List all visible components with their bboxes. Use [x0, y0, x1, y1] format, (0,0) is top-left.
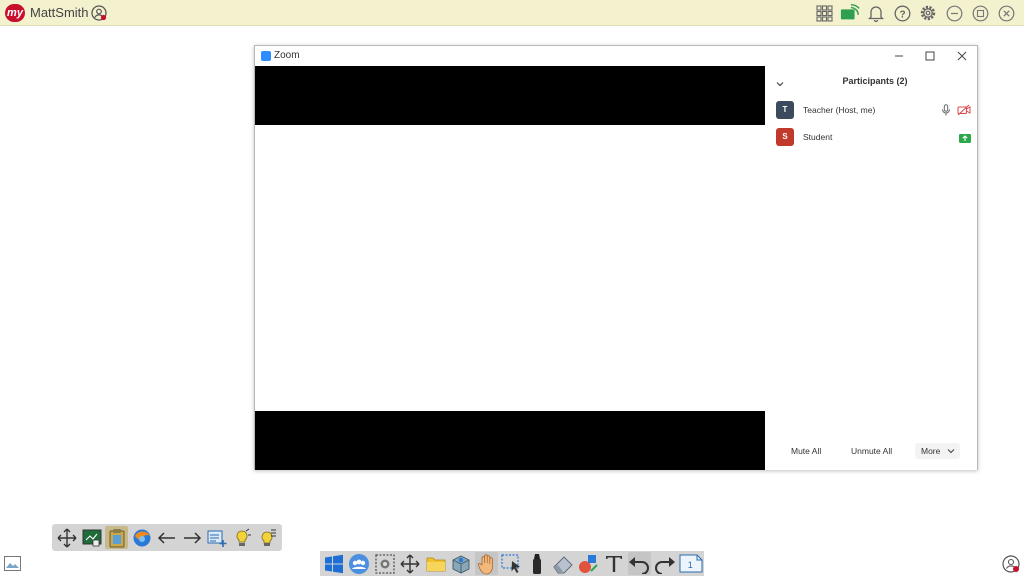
spotlight-icon[interactable]: [230, 526, 253, 549]
participant-name: Teacher (Host, me): [803, 105, 876, 115]
browser-icon[interactable]: [130, 526, 153, 549]
zoom-window-title: Zoom: [274, 50, 300, 61]
cast-icon[interactable]: [840, 3, 860, 23]
user-profile-icon[interactable]: [91, 5, 107, 21]
image-gallery-icon[interactable]: [4, 556, 21, 571]
restore-icon[interactable]: [970, 3, 990, 23]
shapes-icon[interactable]: [577, 552, 600, 575]
avatar: S: [776, 128, 794, 146]
group-icon[interactable]: [347, 552, 370, 575]
close-icon[interactable]: [996, 3, 1016, 23]
participants-panel: Participants (2) T Teacher (Host, me) S …: [765, 66, 977, 470]
marker-icon[interactable]: [526, 552, 549, 575]
move-icon[interactable]: [55, 526, 78, 549]
participant-name: Student: [803, 132, 833, 142]
left-toolbar: [52, 524, 282, 551]
bell-icon[interactable]: [866, 3, 886, 23]
username-label: MattSmith: [30, 5, 89, 20]
pen-tool-icon[interactable]: [255, 526, 278, 549]
windows-icon[interactable]: [322, 552, 345, 575]
svg-text:?: ?: [899, 9, 905, 20]
zoom-close-icon[interactable]: [954, 48, 970, 64]
mute-all-button[interactable]: Mute All: [785, 443, 827, 459]
screen-capture-icon[interactable]: [373, 552, 396, 575]
clipboard-icon[interactable]: [105, 526, 128, 549]
video-off-icon[interactable]: [957, 103, 971, 121]
select-icon[interactable]: [500, 552, 523, 575]
minimize-icon[interactable]: [944, 3, 964, 23]
video-letterbox-bottom: [255, 411, 765, 470]
hand-icon[interactable]: [474, 552, 499, 575]
user-status-icon[interactable]: [1002, 555, 1020, 573]
apps-grid-icon[interactable]: [814, 3, 834, 23]
screen-share-icon[interactable]: [959, 130, 971, 148]
zoom-logo-icon: [261, 51, 271, 61]
zoom-maximize-icon[interactable]: [922, 48, 938, 64]
bottom-taskbar: 1: [320, 551, 704, 576]
whiteboard-icon[interactable]: [80, 526, 103, 549]
app-logo[interactable]: my: [5, 4, 25, 22]
move-icon[interactable]: [398, 552, 421, 575]
participant-row[interactable]: S Student: [776, 127, 971, 147]
eraser-icon[interactable]: [551, 552, 574, 575]
avatar: T: [776, 101, 794, 119]
zoom-window: Zoom Participants (2) T Teacher (Host, m…: [254, 45, 978, 470]
page-number: 1: [687, 559, 693, 570]
unmute-all-button[interactable]: Unmute All: [845, 443, 898, 459]
help-icon[interactable]: ?: [892, 3, 912, 23]
zoom-titlebar[interactable]: Zoom: [255, 46, 977, 66]
gear-icon[interactable]: [918, 3, 938, 23]
microphone-icon[interactable]: [941, 103, 951, 121]
top-bar: my MattSmith ?: [0, 0, 1024, 26]
participants-title: Participants (2): [842, 76, 908, 86]
box-icon[interactable]: [449, 552, 472, 575]
undo-icon[interactable]: [627, 552, 652, 575]
folder-icon[interactable]: [424, 552, 447, 575]
redo-icon[interactable]: [653, 552, 676, 575]
add-note-icon[interactable]: [205, 526, 228, 549]
video-area[interactable]: [255, 66, 765, 470]
chevron-down-icon: [947, 444, 955, 460]
back-arrow-icon[interactable]: [155, 526, 178, 549]
forward-arrow-icon[interactable]: [180, 526, 203, 549]
zoom-minimize-icon[interactable]: [891, 48, 907, 64]
more-button[interactable]: More: [915, 443, 961, 460]
video-letterbox-top: [255, 66, 765, 125]
participant-row[interactable]: T Teacher (Host, me): [776, 100, 971, 120]
text-icon[interactable]: [602, 552, 625, 575]
more-label: More: [921, 446, 941, 456]
page-icon[interactable]: 1: [679, 552, 703, 575]
